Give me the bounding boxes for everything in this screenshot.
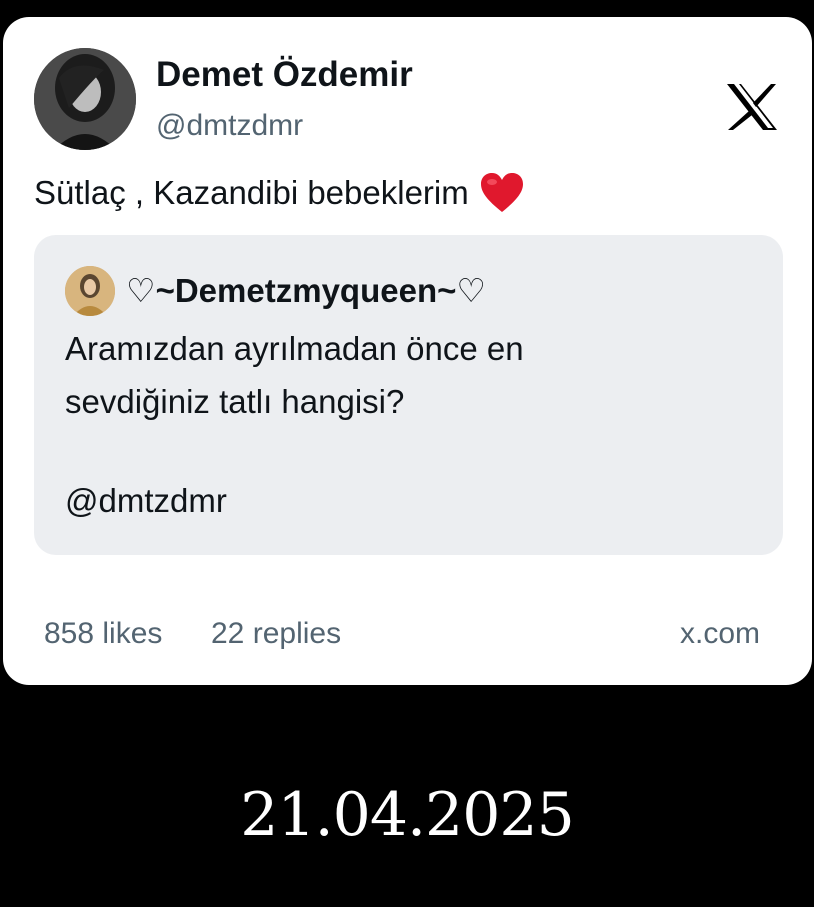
- tweet-body: Sütlaç , Kazandibi bebeklerim: [34, 174, 469, 211]
- tweet-text: Sütlaç , Kazandibi bebeklerim: [34, 172, 525, 214]
- red-heart-icon: [479, 172, 525, 214]
- author-name[interactable]: Demet Özdemir: [156, 55, 413, 95]
- quoted-text-line-2: sevdiğiniz tatlı hangisi?: [65, 383, 405, 420]
- likes-count[interactable]: 858 likes: [44, 617, 162, 651]
- author-handle[interactable]: @dmtzdmr: [156, 109, 303, 143]
- date-caption: 21.04.2025: [240, 780, 575, 850]
- quoted-tweet[interactable]: ♡~Demetzmyqueen~♡ Aramızdan ayrılmadan ö…: [34, 235, 783, 555]
- author-avatar[interactable]: [34, 48, 136, 150]
- quoted-text-line-1: Aramızdan ayrılmadan önce en: [65, 330, 524, 367]
- tweet-card: Demet Özdemir @dmtzdmr Sütlaç , Kazandib…: [3, 17, 812, 685]
- quoted-mention-link[interactable]: @dmtzdmr: [65, 482, 227, 520]
- site-link[interactable]: x.com: [680, 617, 760, 651]
- x-logo-icon[interactable]: [725, 82, 779, 132]
- quoted-author-name[interactable]: ♡~Demetzmyqueen~♡: [126, 271, 486, 310]
- quoted-author-avatar[interactable]: [65, 266, 115, 316]
- replies-count[interactable]: 22 replies: [211, 617, 341, 651]
